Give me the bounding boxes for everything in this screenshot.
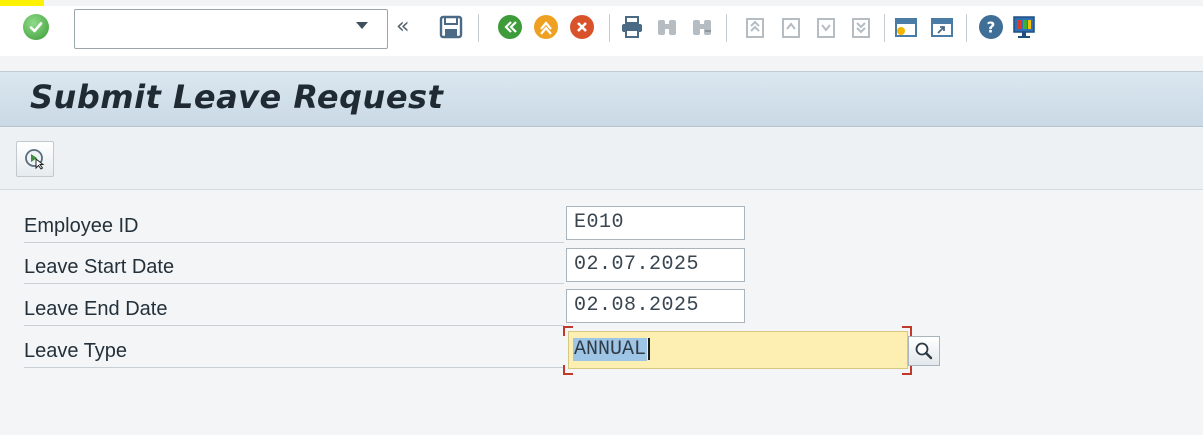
last-page-icon[interactable] xyxy=(848,14,874,40)
previous-page-icon[interactable] xyxy=(778,14,804,40)
command-field[interactable] xyxy=(74,9,388,49)
next-page-icon[interactable] xyxy=(813,14,839,40)
separator xyxy=(726,14,727,42)
employee-id-field[interactable]: E010 xyxy=(566,206,745,240)
enter-icon[interactable] xyxy=(23,14,49,40)
leave-end-date-label: Leave End Date xyxy=(24,292,564,326)
leave-type-value: ANNUAL xyxy=(573,338,648,361)
separator xyxy=(966,14,967,42)
back-icon[interactable] xyxy=(497,14,523,40)
separator xyxy=(884,14,885,42)
leave-type-field[interactable]: ANNUAL xyxy=(568,331,908,369)
employee-id-label: Employee ID xyxy=(24,209,564,243)
separator xyxy=(478,14,479,42)
leave-type-label: Leave Type xyxy=(24,334,564,368)
find-next-icon[interactable] xyxy=(689,14,715,40)
execute-icon xyxy=(25,149,45,170)
search-icon xyxy=(915,342,933,360)
search-help-button[interactable] xyxy=(908,336,940,366)
exit-icon[interactable] xyxy=(533,14,559,40)
focus-corner xyxy=(902,326,912,336)
application-toolbar xyxy=(0,128,1203,190)
focus-corner xyxy=(563,326,573,336)
leave-end-date-field[interactable]: 02.08.2025 xyxy=(566,289,745,323)
svg-text:?: ? xyxy=(987,19,996,37)
leave-start-date-field[interactable]: 02.07.2025 xyxy=(566,248,745,282)
customize-layout-icon[interactable] xyxy=(1011,14,1037,40)
leave-start-date-label: Leave Start Date xyxy=(24,250,564,284)
save-icon[interactable] xyxy=(438,14,464,40)
new-session-icon[interactable] xyxy=(893,14,919,40)
text-cursor xyxy=(648,337,651,360)
help-icon[interactable]: ? xyxy=(978,14,1004,40)
shortcut-icon[interactable] xyxy=(929,14,955,40)
system-toolbar: « ? xyxy=(0,6,1203,56)
first-page-icon[interactable] xyxy=(742,14,768,40)
execute-button[interactable] xyxy=(16,141,54,177)
page-title: Submit Leave Request xyxy=(30,78,444,116)
title-bar: Submit Leave Request xyxy=(0,71,1203,127)
separator xyxy=(609,14,610,42)
focus-corner xyxy=(563,365,573,375)
collapse-icon[interactable]: « xyxy=(396,14,409,40)
focus-corner xyxy=(902,365,912,375)
chevron-down-icon[interactable] xyxy=(356,22,368,29)
cancel-icon[interactable] xyxy=(569,14,595,40)
print-icon[interactable] xyxy=(619,14,645,40)
find-icon[interactable] xyxy=(654,14,680,40)
